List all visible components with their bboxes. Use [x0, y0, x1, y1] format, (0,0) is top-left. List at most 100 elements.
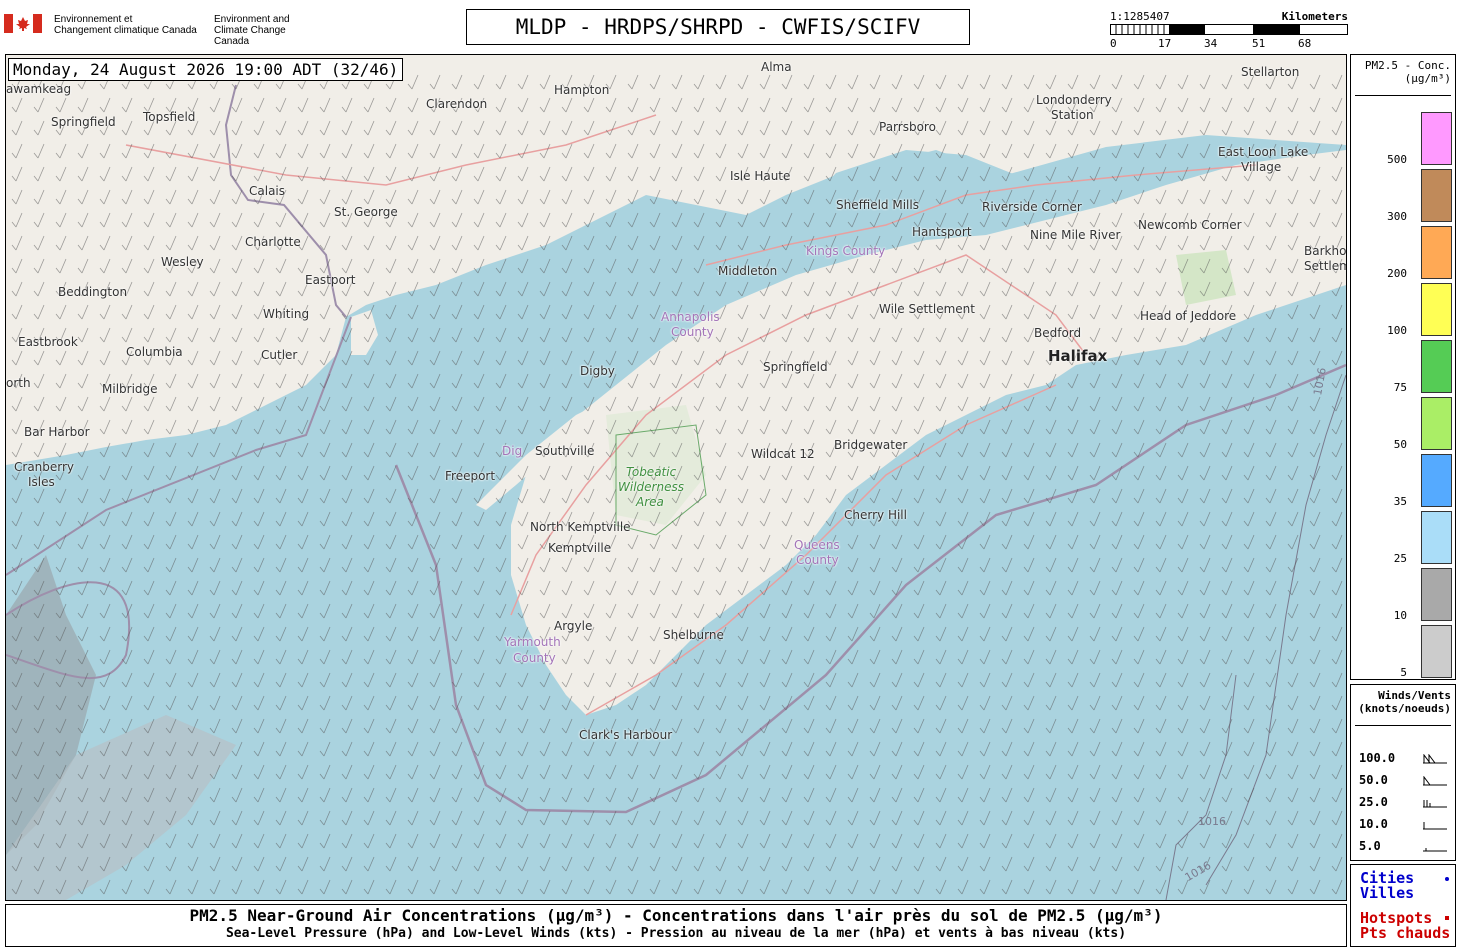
wind-barb — [1001, 97, 1013, 113]
wind-barb — [1265, 741, 1277, 757]
wilderness-label: Tobeatic — [626, 465, 677, 479]
wind-barb — [1199, 718, 1211, 734]
wind-barb — [627, 373, 639, 389]
wind-barb — [187, 580, 199, 596]
wind-barb — [121, 442, 133, 458]
place-label: Calais — [249, 184, 286, 198]
wind-barb — [407, 258, 419, 274]
wind-barb — [209, 764, 221, 780]
wind-barb — [1177, 580, 1189, 596]
legend-swatch-5 — [1421, 625, 1452, 678]
wind-barb — [979, 810, 991, 826]
wind-barb — [649, 810, 661, 826]
place-label: Hantsport — [912, 225, 972, 239]
wind-barb — [385, 741, 397, 757]
wind-barb — [979, 672, 991, 688]
wind-barb — [1155, 189, 1167, 205]
wind-barb — [77, 764, 89, 780]
wind-barb — [253, 396, 265, 412]
wind-barb — [913, 672, 925, 688]
wind-barb — [1111, 304, 1123, 320]
wind-barb — [737, 695, 749, 711]
wind-barb — [825, 879, 837, 895]
wind-barb — [1287, 212, 1299, 228]
wind-barb — [297, 695, 309, 711]
wind-barb — [495, 258, 507, 274]
wind-barb — [1023, 442, 1035, 458]
wind-barb — [1023, 304, 1035, 320]
wind-barb — [781, 189, 793, 205]
wind-barb — [1045, 258, 1057, 274]
wind-barb — [209, 718, 221, 734]
wind-barb — [1089, 603, 1101, 619]
wind-barb — [253, 718, 265, 734]
wind-barb — [913, 856, 925, 872]
wind-barb — [33, 649, 45, 665]
caption-line1: PM2.5 Near-Ground Air Concentrations (µg… — [189, 906, 1163, 925]
wind-barb — [803, 120, 815, 136]
wind-barb — [825, 626, 837, 642]
wind-barb — [253, 419, 265, 435]
wind-barb — [11, 281, 23, 297]
wind-barb — [297, 856, 309, 872]
county-label: Yarmouth — [504, 635, 561, 649]
wind-barb — [1133, 534, 1145, 550]
wind-barb — [231, 465, 243, 481]
wind-barb — [693, 189, 705, 205]
wind-barb — [1155, 97, 1167, 113]
wind-barb — [77, 465, 89, 481]
wind-barb — [759, 281, 771, 297]
wind-barb — [33, 580, 45, 596]
wind-barb — [407, 718, 419, 734]
wind-barb — [671, 534, 683, 550]
wind-barb — [1177, 557, 1189, 573]
place-label: Cranberry — [14, 460, 75, 474]
wind-barb — [671, 350, 683, 366]
wind-barb — [209, 810, 221, 826]
wind-barb — [891, 741, 903, 757]
wind-barb — [517, 373, 529, 389]
wind-barb — [1155, 488, 1167, 504]
wind-barb — [891, 718, 903, 734]
place-label: Clark's Harbour — [579, 728, 673, 742]
wind-barb — [253, 695, 265, 711]
wind-barb — [1243, 695, 1255, 711]
wind-barb — [1265, 120, 1277, 136]
wind-barb — [957, 74, 969, 90]
wind-barb — [319, 189, 331, 205]
wind-barb — [1045, 718, 1057, 734]
wind-barb — [385, 304, 397, 320]
wind-barb — [385, 258, 397, 274]
wind-barb — [979, 557, 991, 573]
wind-barb — [847, 787, 859, 803]
wind-barb — [11, 511, 23, 527]
wind-barb — [539, 97, 551, 113]
place-label: Argyle — [554, 619, 593, 633]
wind-barb — [407, 442, 419, 458]
wind-barb — [407, 649, 419, 665]
wind-barb — [319, 488, 331, 504]
wind-barb — [649, 74, 661, 90]
wind-barb — [231, 557, 243, 573]
wind-barb — [1133, 580, 1145, 596]
wind-barb — [1177, 396, 1189, 412]
forecast-map[interactable]: Alma Stellarton Clarendon Hampton London… — [5, 54, 1347, 901]
wind-barb — [1177, 787, 1189, 803]
wind-barb — [1199, 235, 1211, 251]
wind-barb — [1221, 465, 1233, 481]
wind-barb — [957, 97, 969, 113]
wind-barb — [1265, 304, 1277, 320]
wind-barb — [737, 764, 749, 780]
wind-barb — [737, 189, 749, 205]
wind-barb — [1309, 166, 1321, 182]
wind-barb — [187, 396, 199, 412]
wind-barb — [1243, 787, 1255, 803]
wind-barb — [1265, 787, 1277, 803]
wind-barb — [341, 465, 353, 481]
wind-legend: Winds/Vents (knots/noeuds) 100.0 50.0 25… — [1350, 684, 1456, 861]
wind-barb — [957, 120, 969, 136]
wind-barb — [671, 672, 683, 688]
wind-barb — [297, 327, 309, 343]
wind-barb — [187, 695, 199, 711]
place-label: Beddington — [58, 285, 128, 299]
